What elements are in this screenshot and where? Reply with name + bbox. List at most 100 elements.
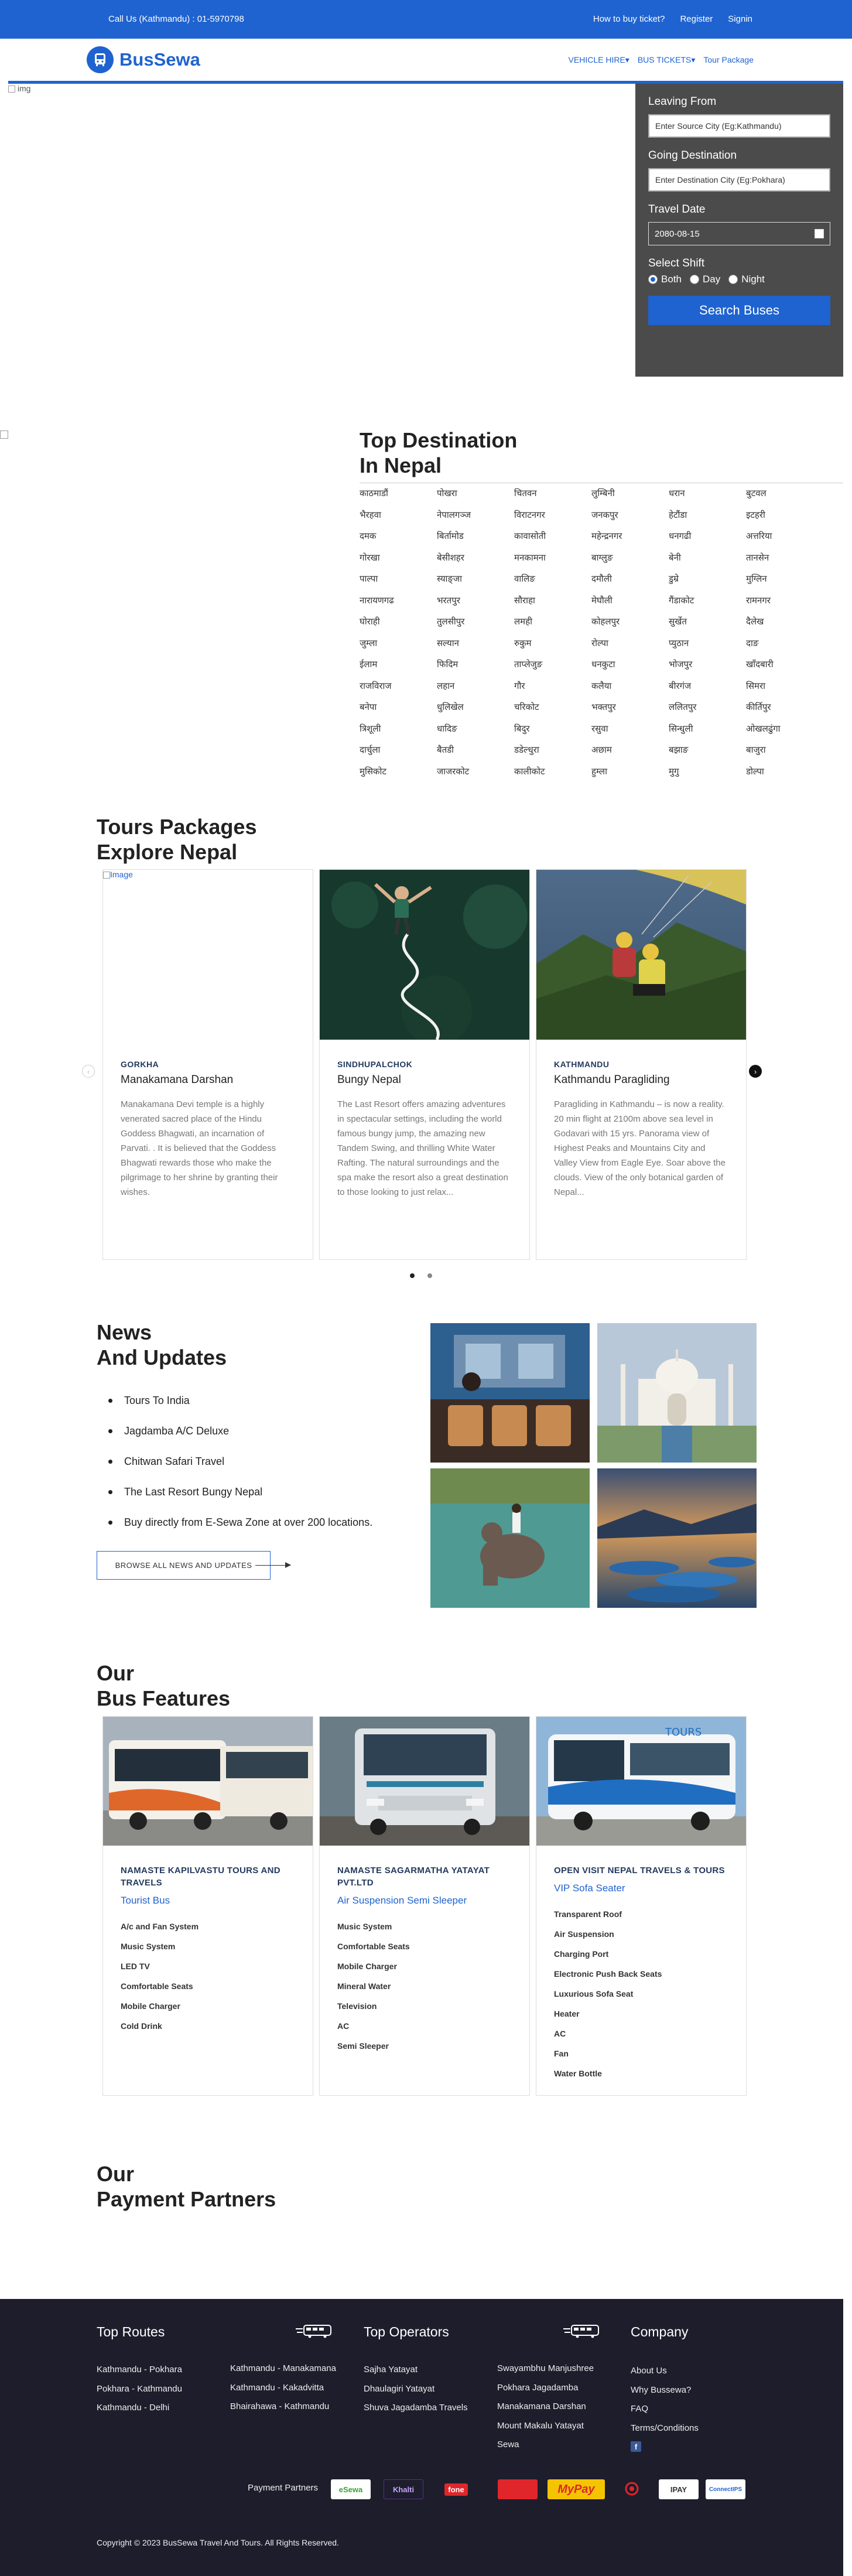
destination-link[interactable]: डोल्पा bbox=[746, 766, 823, 788]
carousel-dot[interactable] bbox=[410, 1273, 415, 1278]
about-us-link[interactable]: About Us bbox=[631, 2366, 699, 2385]
how-to-buy-link[interactable]: How to buy ticket? bbox=[593, 14, 665, 24]
destination-link[interactable]: अछाम bbox=[591, 744, 669, 766]
destination-link[interactable]: बिदुर bbox=[514, 723, 591, 745]
destination-link[interactable]: डुम्रे bbox=[669, 573, 746, 595]
destination-link[interactable]: धरान bbox=[669, 488, 746, 510]
destination-link[interactable]: बझाङ bbox=[669, 744, 746, 766]
destination-link[interactable]: धादिङ bbox=[437, 723, 514, 745]
taj-mahal-photo[interactable] bbox=[597, 1323, 757, 1463]
bus-interior-photo[interactable] bbox=[430, 1323, 590, 1463]
destination-link[interactable]: रसुवा bbox=[591, 723, 669, 745]
destination-link[interactable]: नारायणगढ bbox=[360, 595, 437, 617]
destination-link[interactable]: जुम्ला bbox=[360, 638, 437, 660]
destination-link[interactable]: स्याङ्जा bbox=[437, 573, 514, 595]
operator-link[interactable]: Shuva Jagadamba Travels bbox=[364, 2403, 468, 2422]
destination-link[interactable]: सिमरा bbox=[746, 681, 823, 702]
route-link[interactable]: Kathmandu - Delhi bbox=[97, 2403, 182, 2422]
destination-link[interactable]: विराटनगर bbox=[514, 510, 591, 531]
nav-bus-tickets[interactable]: BUS TICKETS▾ bbox=[638, 55, 696, 65]
destination-link[interactable]: पाल्पा bbox=[360, 573, 437, 595]
tour-card[interactable]: Image GORKHA Manakamana Darshan Manakama… bbox=[102, 869, 313, 1260]
destination-link[interactable]: त्रिशूली bbox=[360, 723, 437, 745]
browse-news-button[interactable]: BROWSE ALL NEWS AND UPDATES bbox=[97, 1551, 271, 1580]
carousel-prev-arrow-icon[interactable]: ‹ bbox=[82, 1065, 95, 1078]
destination-link[interactable]: बीरगंज bbox=[669, 681, 746, 702]
destination-link[interactable]: गोरखा bbox=[360, 552, 437, 574]
destination-link[interactable]: मुग्लिन bbox=[746, 573, 823, 595]
destination-link[interactable]: फिदिम bbox=[437, 659, 514, 681]
boats-lake-photo[interactable] bbox=[597, 1468, 757, 1608]
operator-link[interactable]: Pokhara Jagadamba bbox=[497, 2383, 594, 2402]
operator-link[interactable]: Sajha Yatayat bbox=[364, 2365, 468, 2384]
destination-link[interactable]: कोहलपुर bbox=[591, 616, 669, 638]
shift-day-radio[interactable]: Day bbox=[689, 274, 720, 285]
destination-link[interactable]: काठमाडौं bbox=[360, 488, 437, 510]
carousel-next-arrow-icon[interactable]: › bbox=[749, 1065, 762, 1078]
signin-link[interactable]: Signin bbox=[728, 14, 752, 24]
destination-link[interactable]: अत्तरिया bbox=[746, 531, 823, 552]
destination-link[interactable]: तानसेन bbox=[746, 552, 823, 574]
destination-link[interactable]: दार्चुला bbox=[360, 744, 437, 766]
nav-tour-package[interactable]: Tour Package bbox=[703, 55, 754, 65]
destination-link[interactable]: भैरहवा bbox=[360, 510, 437, 531]
destination-link[interactable]: रोल्पा bbox=[591, 638, 669, 660]
destination-link[interactable]: महेन्द्रनगर bbox=[591, 531, 669, 552]
tour-card[interactable]: KATHMANDU Kathmandu Paragliding Paraglid… bbox=[536, 869, 747, 1260]
destination-link[interactable]: कलैया bbox=[591, 681, 669, 702]
destination-link[interactable]: ओखलढुंगा bbox=[746, 723, 823, 745]
faq-link[interactable]: FAQ bbox=[631, 2404, 699, 2423]
destination-link[interactable]: डडेल्धुरा bbox=[514, 744, 591, 766]
route-link[interactable]: Kathmandu - Manakamana bbox=[230, 2363, 336, 2383]
travel-date-input[interactable]: 2080-08-15 bbox=[648, 222, 830, 245]
destination-link[interactable]: सौराहा bbox=[514, 595, 591, 617]
destination-link[interactable]: लमही bbox=[514, 616, 591, 638]
destination-link[interactable]: चरिकोट bbox=[514, 702, 591, 723]
destination-link[interactable]: कावासोती bbox=[514, 531, 591, 552]
destination-link[interactable]: बेनी bbox=[669, 552, 746, 574]
destination-link[interactable]: हुम्ला bbox=[591, 766, 669, 788]
destination-link[interactable]: मेघौली bbox=[591, 595, 669, 617]
operator-link[interactable]: Swayambhu Manjushree bbox=[497, 2363, 594, 2383]
destination-link[interactable]: सल्यान bbox=[437, 638, 514, 660]
destination-link[interactable]: मुसिकोट bbox=[360, 766, 437, 788]
destination-link[interactable]: मुगु bbox=[669, 766, 746, 788]
destination-link[interactable]: बनेपा bbox=[360, 702, 437, 723]
destination-link[interactable]: बिर्तामोड bbox=[437, 531, 514, 552]
destination-link[interactable]: हेटौंडा bbox=[669, 510, 746, 531]
destination-link[interactable]: जनकपुर bbox=[591, 510, 669, 531]
destination-link[interactable]: दाङ bbox=[746, 638, 823, 660]
destination-link[interactable]: बेसीशहर bbox=[437, 552, 514, 574]
destination-link[interactable]: तुलसीपुर bbox=[437, 616, 514, 638]
destination-link[interactable]: धुलिखेल bbox=[437, 702, 514, 723]
operator-link[interactable]: Sewa bbox=[497, 2440, 594, 2459]
destination-link[interactable]: भरतपुर bbox=[437, 595, 514, 617]
destination-link[interactable]: बाजुरा bbox=[746, 744, 823, 766]
shift-both-radio[interactable]: Both bbox=[648, 274, 682, 285]
destination-link[interactable]: दमौली bbox=[591, 573, 669, 595]
route-link[interactable]: Pokhara - Kathmandu bbox=[97, 2384, 182, 2403]
destination-link[interactable]: मनकामना bbox=[514, 552, 591, 574]
bus-feature-card[interactable]: TOURS OPEN VISIT NEPAL TRAVELS & TOURS V… bbox=[536, 1716, 747, 2096]
bus-feature-card[interactable]: NAMASTE SAGARMATHA YATAYAT PVT.LTD Air S… bbox=[319, 1716, 530, 2096]
destination-link[interactable]: बैतडी bbox=[437, 744, 514, 766]
news-item[interactable]: The Last Resort Bungy Nepal bbox=[97, 1486, 372, 1516]
destination-link[interactable]: भोजपुर bbox=[669, 659, 746, 681]
destination-link[interactable]: घोराही bbox=[360, 616, 437, 638]
news-item[interactable]: Tours To India bbox=[97, 1395, 372, 1425]
destination-link[interactable]: जाजरकोट bbox=[437, 766, 514, 788]
news-item[interactable]: Buy directly from E-Sewa Zone at over 20… bbox=[97, 1516, 372, 1547]
chitwan-safari-photo[interactable] bbox=[430, 1468, 590, 1608]
destination-link[interactable]: कालीकोट bbox=[514, 766, 591, 788]
nav-vehicle-hire[interactable]: VEHICLE HIRE▾ bbox=[569, 55, 629, 65]
operator-link[interactable]: Dhaulagiri Yatayat bbox=[364, 2384, 468, 2403]
destination-link[interactable]: धनकुटा bbox=[591, 659, 669, 681]
destination-link[interactable]: पोखरा bbox=[437, 488, 514, 510]
destination-link[interactable]: लुम्बिनी bbox=[591, 488, 669, 510]
destination-link[interactable]: दैलेख bbox=[746, 616, 823, 638]
source-city-input[interactable]: Enter Source City (Eg:Kathmandu) bbox=[648, 114, 830, 138]
destination-link[interactable]: प्युठान bbox=[669, 638, 746, 660]
news-item[interactable]: Chitwan Safari Travel bbox=[97, 1456, 372, 1486]
destination-link[interactable]: ईलाम bbox=[360, 659, 437, 681]
destination-link[interactable]: धनगढी bbox=[669, 531, 746, 552]
